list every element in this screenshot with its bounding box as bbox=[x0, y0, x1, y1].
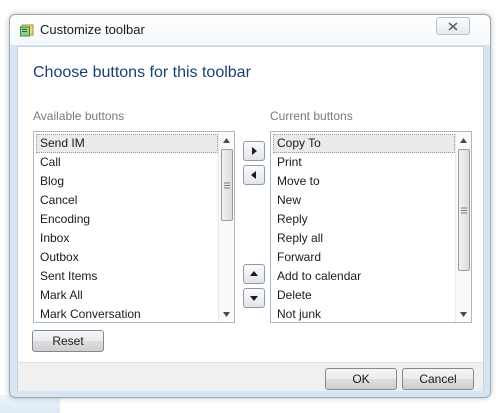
list-item[interactable]: Delete bbox=[271, 286, 457, 305]
list-item[interactable]: Copy To bbox=[273, 134, 455, 153]
list-item[interactable]: Move to bbox=[271, 172, 457, 191]
arrow-left-icon bbox=[251, 171, 256, 179]
arrow-up-icon bbox=[250, 271, 258, 276]
window-title: Customize toolbar bbox=[40, 22, 145, 37]
vertical-scrollbar[interactable] bbox=[218, 132, 234, 322]
current-buttons-label: Current buttons bbox=[270, 109, 353, 123]
list-item[interactable]: Outbox bbox=[34, 248, 220, 267]
chevron-up-icon bbox=[223, 137, 230, 143]
list-item[interactable]: Not junk bbox=[271, 305, 457, 322]
list-item[interactable]: Mark All bbox=[34, 286, 220, 305]
list-item[interactable]: Encoding bbox=[34, 210, 220, 229]
list-item[interactable]: Print bbox=[271, 153, 457, 172]
scrollbar-thumb[interactable] bbox=[221, 149, 233, 221]
grip-icon bbox=[224, 182, 230, 188]
list-item[interactable]: Add to calendar bbox=[271, 267, 457, 286]
scroll-up-button[interactable] bbox=[219, 132, 234, 148]
app-icon bbox=[20, 24, 34, 37]
arrow-right-icon bbox=[252, 147, 257, 155]
title-bar[interactable]: Customize toolbar bbox=[10, 15, 490, 45]
list-item[interactable]: Inbox bbox=[34, 229, 220, 248]
arrow-down-icon bbox=[250, 296, 258, 301]
vertical-scrollbar[interactable] bbox=[455, 132, 471, 322]
list-item[interactable]: Cancel bbox=[34, 191, 220, 210]
add-button[interactable] bbox=[243, 141, 265, 161]
list-item[interactable]: Mark Conversation bbox=[34, 305, 220, 322]
dialog-heading: Choose buttons for this toolbar bbox=[33, 64, 251, 81]
scrollbar-thumb[interactable] bbox=[458, 149, 470, 271]
chevron-up-icon bbox=[460, 137, 467, 143]
remove-button[interactable] bbox=[243, 165, 265, 185]
customize-toolbar-dialog: Customize toolbar Choose buttons for thi… bbox=[9, 14, 491, 398]
ok-button[interactable]: OK bbox=[325, 368, 397, 390]
dialog-footer: OK Cancel bbox=[18, 362, 483, 391]
scroll-up-button[interactable] bbox=[456, 132, 471, 148]
list-item[interactable]: Reply bbox=[271, 210, 457, 229]
list-item[interactable]: Call bbox=[34, 153, 220, 172]
available-buttons-label: Available buttons bbox=[33, 109, 125, 123]
current-buttons-list[interactable]: Copy To Print Move to New Reply Reply al… bbox=[270, 131, 472, 323]
list-item[interactable]: Send IM bbox=[36, 134, 218, 153]
scroll-down-button[interactable] bbox=[456, 306, 471, 322]
list-item[interactable]: Forward bbox=[271, 248, 457, 267]
chevron-down-icon bbox=[460, 311, 467, 317]
reset-button[interactable]: Reset bbox=[32, 330, 104, 352]
close-icon bbox=[448, 21, 458, 31]
chevron-down-icon bbox=[223, 311, 230, 317]
move-up-button[interactable] bbox=[243, 264, 265, 284]
list-item[interactable]: Blog bbox=[34, 172, 220, 191]
list-item[interactable]: New bbox=[271, 191, 457, 210]
close-button[interactable] bbox=[436, 17, 470, 35]
scroll-down-button[interactable] bbox=[219, 306, 234, 322]
available-buttons-list[interactable]: Send IM Call Blog Cancel Encoding Inbox … bbox=[33, 131, 235, 323]
list-item[interactable]: Sent Items bbox=[34, 267, 220, 286]
move-down-button[interactable] bbox=[243, 288, 265, 308]
dialog-content: Choose buttons for this toolbar Availabl… bbox=[17, 46, 484, 391]
cancel-button[interactable]: Cancel bbox=[402, 368, 474, 390]
grip-icon bbox=[461, 207, 467, 213]
list-item[interactable]: Reply all bbox=[271, 229, 457, 248]
